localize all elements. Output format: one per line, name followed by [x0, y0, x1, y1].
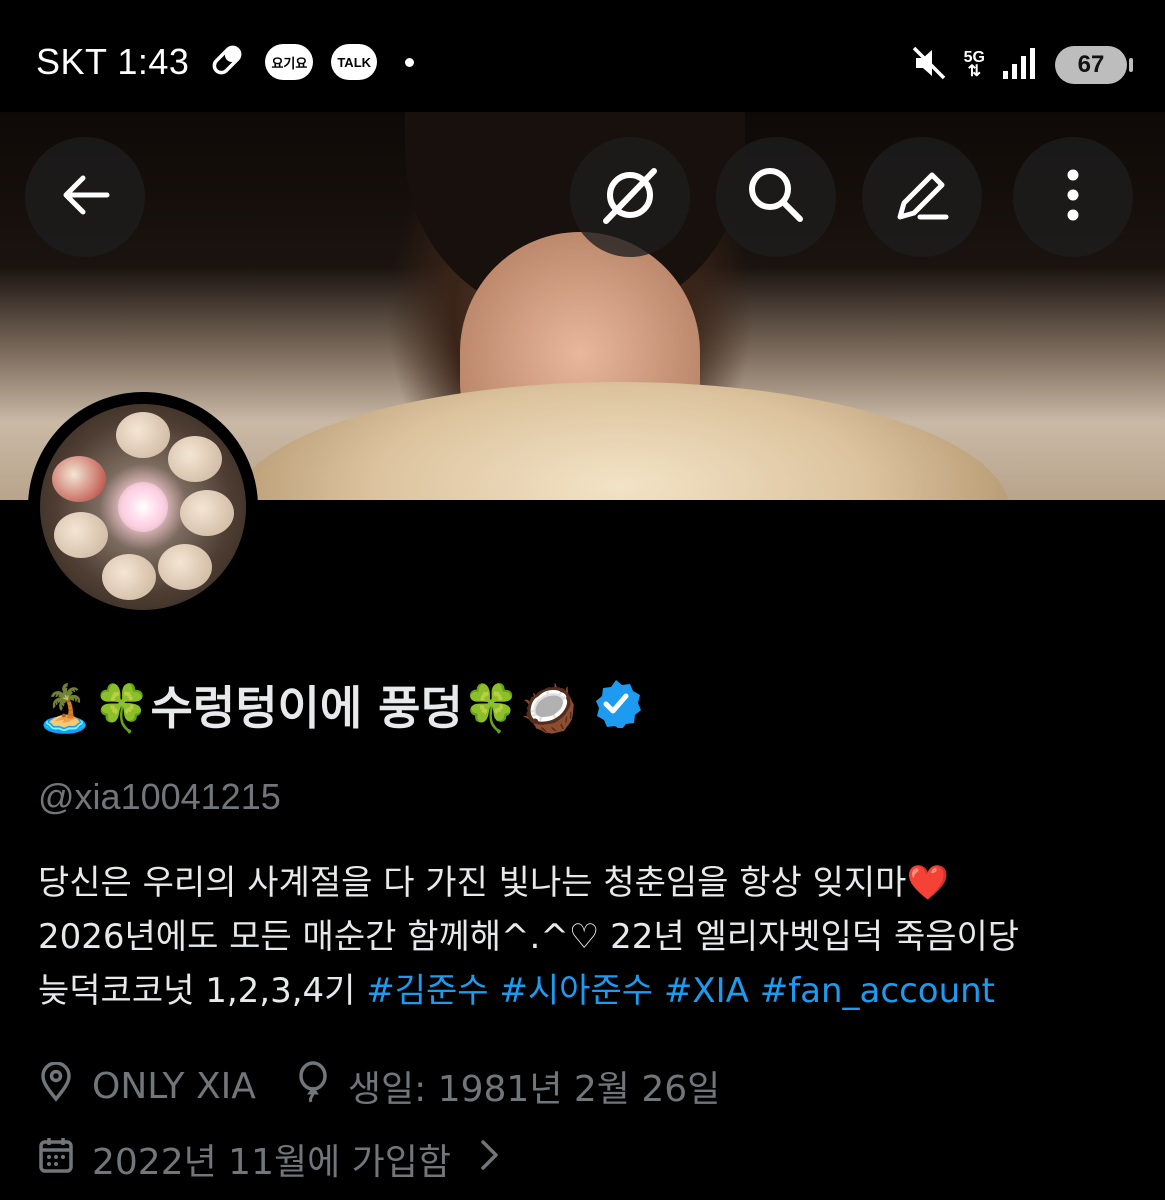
- birthday-item: 생일: 1981년 2월 26일: [296, 1060, 720, 1112]
- grok-icon: [598, 163, 662, 231]
- search-button[interactable]: [716, 137, 836, 257]
- edit-button[interactable]: [862, 137, 982, 257]
- joined-text: 2022년 11월에 가입함: [92, 1142, 452, 1183]
- avatar-image: [40, 404, 246, 610]
- network-label: 5G: [963, 49, 985, 66]
- joined-row[interactable]: 2022년 11월에 가입함: [38, 1133, 501, 1185]
- back-arrow-icon: [57, 167, 113, 227]
- network-5g-icon: 5G ⇅: [963, 49, 985, 80]
- bio-text: 늦덕코코넛 1,2,3,4기: [38, 971, 356, 1011]
- profile-avatar[interactable]: [28, 392, 258, 622]
- signal-icon: [1001, 45, 1039, 85]
- avatar-figure: [158, 544, 212, 590]
- verified-badge-icon[interactable]: [591, 678, 642, 732]
- avatar-figure: [52, 456, 106, 502]
- profile-meta-row: ONLY XIA 생일: 1981년 2월 26일: [38, 1060, 720, 1112]
- hashtag-link[interactable]: #XIA: [664, 971, 749, 1011]
- notification-dot-icon: [405, 57, 415, 67]
- birthday-text: 생일: 1981년 2월 26일: [347, 1069, 721, 1110]
- bio-line: 2026년에도 모든 매순간 함께해^.^♡ 22년 엘리자벳입덕 죽음이당: [38, 917, 1020, 957]
- hashtag-link[interactable]: #김준수: [366, 971, 488, 1011]
- balloon-icon: [296, 1060, 330, 1112]
- chevron-right-icon[interactable]: [479, 1138, 501, 1181]
- bio-line: 당신은 우리의 사계절을 다 가진 빛나는 청춘임을 항상 잊지마❤️: [38, 863, 949, 903]
- display-name: 🏝️🍀수렁텅이에 풍덩🍀🥥: [36, 681, 578, 735]
- back-button[interactable]: [25, 137, 145, 257]
- pill-app-icon: [207, 40, 247, 84]
- battery-indicator: 67: [1055, 46, 1133, 84]
- hashtag-link[interactable]: #fan_account: [760, 971, 995, 1011]
- edit-icon: [890, 163, 954, 231]
- location-pin-icon: [38, 1060, 74, 1111]
- avatar-figure: [180, 490, 234, 536]
- profile-name-row: 🏝️🍀수렁텅이에 풍덩🍀🥥: [36, 672, 642, 738]
- avatar-figure: [102, 554, 156, 600]
- user-handle: @xia10041215: [38, 776, 281, 817]
- avatar-figure: [168, 436, 222, 482]
- status-bar: SKT 1:43 요기요 TALK 5G ⇅ 67: [0, 0, 1165, 112]
- yogiyo-app-icon: 요기요: [265, 44, 314, 80]
- more-options-button[interactable]: [1013, 137, 1133, 257]
- calendar-icon: [38, 1136, 74, 1183]
- avatar-light: [118, 482, 168, 532]
- location-item: ONLY XIA: [38, 1060, 256, 1111]
- search-icon: [744, 163, 808, 231]
- banner-fur-shape: [230, 382, 1010, 500]
- bio-line: 늦덕코코넛 1,2,3,4기 #김준수 #시아준수 #XIA #fan_acco…: [38, 964, 1128, 1018]
- profile-bio: 당신은 우리의 사계절을 다 가진 빛나는 청춘임을 항상 잊지마❤️ 2026…: [38, 856, 1128, 1018]
- grok-button[interactable]: [570, 137, 690, 257]
- more-icon: [1063, 163, 1083, 231]
- avatar-figure: [116, 412, 170, 458]
- location-text: ONLY XIA: [92, 1065, 256, 1107]
- mute-icon: [910, 44, 948, 86]
- avatar-figure: [54, 512, 108, 558]
- hashtag-link[interactable]: #시아준수: [499, 971, 653, 1011]
- kakaotalk-app-icon: TALK: [331, 44, 378, 80]
- carrier-time: SKT 1:43: [36, 41, 190, 82]
- joined-item: 2022년 11월에 가입함: [38, 1133, 451, 1185]
